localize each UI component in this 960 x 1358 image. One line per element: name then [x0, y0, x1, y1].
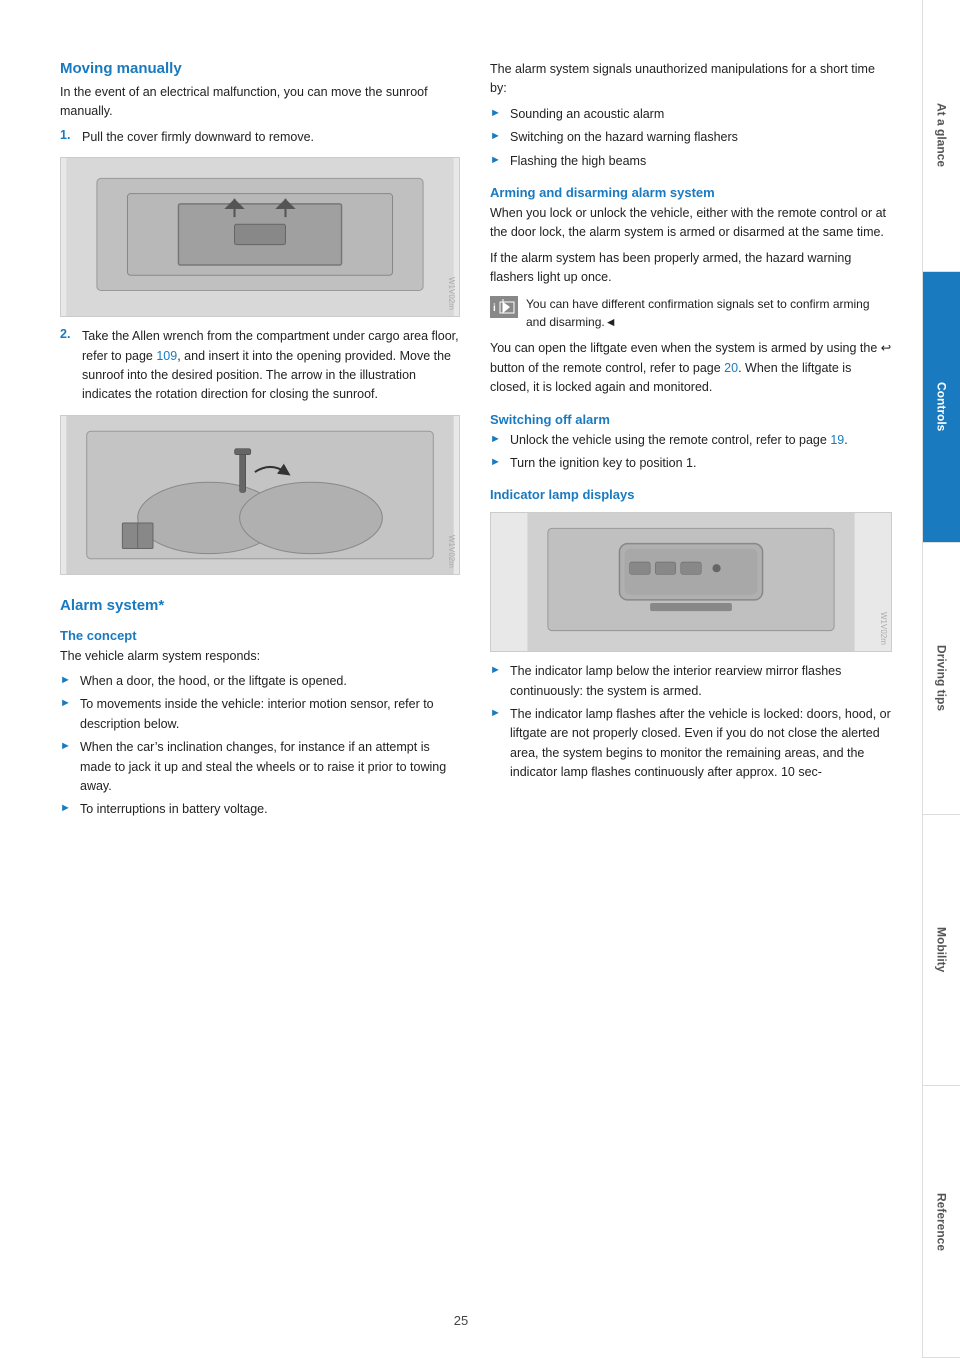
bullet-arrow-2: ► [60, 697, 74, 709]
alarm-bullet-3: ► When the car’s inclination changes, fo… [60, 738, 460, 796]
arming-para-3: You can open the liftgate even when the … [490, 339, 892, 397]
switching-bullet-1: ► Unlock the vehicle using the remote co… [490, 431, 892, 450]
switching-off-heading: Switching off alarm [490, 412, 892, 427]
concept-intro: The vehicle alarm system responds: [60, 647, 460, 666]
alarm-bullet-1: ► When a door, the hood, or the liftgate… [60, 672, 460, 691]
alarm-system-heading: Alarm system* [60, 597, 460, 614]
main-content: Moving manually In the event of an elect… [0, 0, 922, 1358]
sidebar-label-controls: Controls [935, 382, 949, 431]
indicator-bullet-1: ► The indicator lamp below the interior … [490, 662, 892, 701]
arming-heading: Arming and disarming alarm system [490, 185, 892, 200]
switching-arrow-2: ► [490, 456, 504, 468]
step-1-text: Pull the cover firmly downward to remove… [82, 128, 314, 147]
switching-text-2: Turn the ignition key to position 1. [510, 454, 696, 473]
image-watermark-1: W1V02m [447, 277, 456, 310]
indicator-text-1: The indicator lamp below the interior re… [510, 662, 892, 701]
alarm-bullet-2: ► To movements inside the vehicle: inter… [60, 695, 460, 734]
signal-arrow-1: ► [490, 107, 504, 119]
image-watermark-2: W1V02m [447, 535, 456, 568]
sidebar-label-at-a-glance: At a glance [935, 103, 949, 167]
sidebar-item-controls[interactable]: Controls [923, 272, 960, 544]
indicator-arrow-2: ► [490, 707, 504, 719]
signal-text-2: Switching on the hazard warning flashers [510, 128, 738, 147]
signal-text-3: Flashing the high beams [510, 152, 646, 171]
indicator-image: W1V02m [490, 512, 892, 652]
alarm-bullet-4: ► To interruptions in battery voltage. [60, 800, 460, 819]
signal-bullet-3: ► Flashing the high beams [490, 152, 892, 171]
sidebar: At a glance Controls Driving tips Mobili… [922, 0, 960, 1358]
image-watermark-3: W1V02m [879, 612, 888, 645]
indicator-arrow-1: ► [490, 664, 504, 676]
sidebar-label-driving-tips: Driving tips [935, 645, 949, 711]
signal-text-1: Sounding an acoustic alarm [510, 105, 664, 124]
alarm-bullet-text-2: To movements inside the vehicle: interio… [80, 695, 460, 734]
step-2-num: 2. [60, 327, 76, 405]
bullet-arrow-3: ► [60, 740, 74, 752]
right-column: The alarm system signals unauthorized ma… [490, 60, 892, 1298]
sidebar-item-reference[interactable]: Reference [923, 1086, 960, 1358]
step-2-text: Take the Allen wrench from the compartme… [82, 327, 460, 405]
sidebar-item-at-a-glance[interactable]: At a glance [923, 0, 960, 272]
left-column: Moving manually In the event of an elect… [60, 60, 460, 1298]
bullet-arrow-4: ► [60, 802, 74, 814]
switching-arrow-1: ► [490, 433, 504, 445]
step-2: 2. Take the Allen wrench from the compar… [60, 327, 460, 405]
step-1-num: 1. [60, 128, 76, 147]
arming-para-2: If the alarm system has been properly ar… [490, 249, 892, 288]
indicator-text-2: The indicator lamp flashes after the veh… [510, 705, 892, 783]
page-link-20[interactable]: 20 [724, 361, 738, 375]
sidebar-label-reference: Reference [935, 1193, 949, 1251]
page-link-19[interactable]: 19 [830, 433, 844, 447]
arming-para-1: When you lock or unlock the vehicle, eit… [490, 204, 892, 243]
switching-text-1: Unlock the vehicle using the remote cont… [510, 431, 848, 450]
sidebar-label-mobility: Mobility [935, 927, 949, 972]
alarm-system-section: Alarm system* The concept The vehicle al… [60, 597, 460, 820]
indicator-heading: Indicator lamp displays [490, 487, 892, 502]
alarm-signals-intro: The alarm system signals unauthorized ma… [490, 60, 892, 99]
sunroof-image-1: W1V02m [60, 157, 460, 317]
signal-arrow-3: ► [490, 154, 504, 166]
bullet-arrow-1: ► [60, 674, 74, 686]
signal-bullet-2: ► Switching on the hazard warning flashe… [490, 128, 892, 147]
indicator-bullet-2: ► The indicator lamp flashes after the v… [490, 705, 892, 783]
moving-manually-intro: In the event of an electrical malfunctio… [60, 83, 460, 122]
alarm-bullet-text-3: When the car’s inclination changes, for … [80, 738, 460, 796]
sidebar-item-driving-tips[interactable]: Driving tips [923, 543, 960, 815]
page-bottom: 25 [0, 1313, 922, 1328]
step-1: 1. Pull the cover firmly downward to rem… [60, 128, 460, 147]
page-number: 25 [454, 1313, 468, 1328]
page-wrapper: Moving manually In the event of an elect… [0, 0, 960, 1358]
concept-heading: The concept [60, 628, 460, 643]
signal-arrow-2: ► [490, 130, 504, 142]
alarm-bullet-text-1: When a door, the hood, or the liftgate i… [80, 672, 347, 691]
svg-text:i: i [493, 303, 496, 314]
note-box: i You can have different confirmation si… [490, 295, 892, 331]
sunroof-image-2: W1V02m [60, 415, 460, 575]
signal-bullet-1: ► Sounding an acoustic alarm [490, 105, 892, 124]
moving-manually-heading: Moving manually [60, 60, 460, 77]
alarm-bullet-text-4: To interruptions in battery voltage. [80, 800, 268, 819]
note-icon: i [490, 296, 518, 318]
sidebar-item-mobility[interactable]: Mobility [923, 815, 960, 1087]
note-text: You can have different confirmation sign… [526, 295, 892, 331]
page-link-109[interactable]: 109 [156, 349, 177, 363]
switching-bullet-2: ► Turn the ignition key to position 1. [490, 454, 892, 473]
